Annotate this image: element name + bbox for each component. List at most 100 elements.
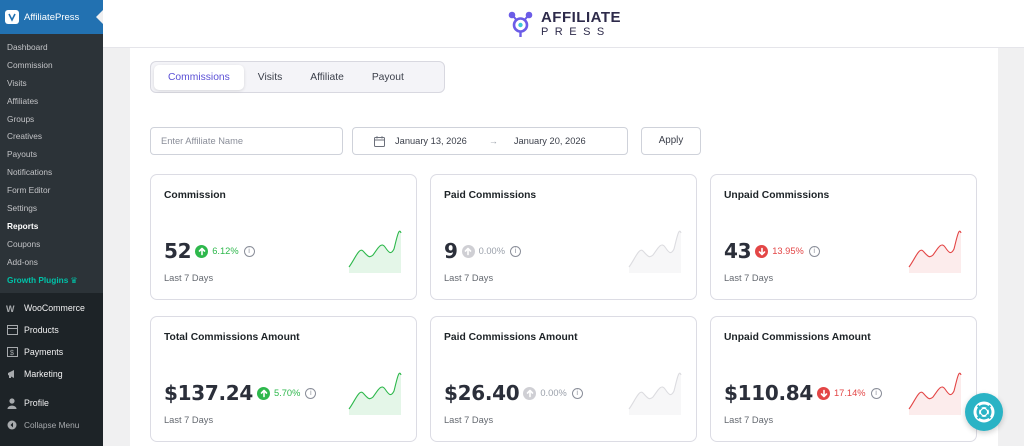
sidebar-item-label: Profile	[24, 398, 49, 409]
sparkline-chart	[348, 372, 402, 415]
stat-card-commission: Commission 52 6.12% i Last 7 Days	[150, 174, 417, 300]
end-date[interactable]: January 20, 2026	[514, 136, 586, 146]
start-date[interactable]: January 13, 2026	[395, 136, 467, 146]
info-icon[interactable]: i	[510, 245, 521, 257]
card-value-row: $110.84 17.14% i	[724, 381, 882, 405]
brand-name-line1: AFFILIATE	[540, 8, 622, 26]
card-period: Last 7 Days	[444, 415, 494, 425]
info-icon[interactable]: i	[808, 245, 820, 257]
sidebar-item-woocommerce[interactable]: W WooCommerce	[0, 297, 103, 319]
sidebar-item-products[interactable]: Products	[0, 319, 103, 341]
card-title: Unpaid Commissions	[724, 190, 830, 201]
sidebar-item-marketing[interactable]: Marketing	[0, 363, 103, 385]
collapse-menu-button[interactable]: Collapse Menu	[0, 414, 103, 436]
sidebar-item-payouts[interactable]: Payouts	[0, 146, 103, 164]
card-change: 5.70%	[274, 388, 301, 398]
sparkline-chart	[348, 230, 402, 273]
affiliate-name-input[interactable]: Enter Affiliate Name	[150, 127, 343, 155]
sidebar-item-profile[interactable]: Profile	[0, 392, 103, 414]
card-title: Paid Commissions	[444, 190, 537, 201]
stat-card-paid-commissions-amount: Paid Commissions Amount $26.40 0.00% i L…	[430, 316, 697, 442]
stat-card-paid-commissions: Paid Commissions 9 0.00% i Last 7 Days	[430, 174, 697, 300]
sidebar-menu: W WooCommerce Products $ Payments Market…	[0, 293, 103, 436]
sidebar-item-coupons[interactable]: Coupons	[0, 236, 103, 254]
brand-name-line2: PRESS	[540, 25, 611, 38]
info-icon[interactable]: i	[243, 245, 255, 257]
sidebar-item-visits[interactable]: Visits	[0, 75, 103, 93]
lifebuoy-icon	[973, 401, 995, 423]
card-change: 13.95%	[772, 246, 804, 256]
card-period: Last 7 Days	[164, 273, 214, 283]
sidebar-item-commission[interactable]: Commission	[0, 57, 103, 75]
card-change: 17.14%	[834, 388, 866, 398]
card-value-row: $137.24 5.70% i	[164, 381, 317, 405]
tab-payout[interactable]: Payout	[358, 65, 418, 90]
sidebar-item-creatives[interactable]: Creatives	[0, 128, 103, 146]
trend-up-icon	[461, 244, 475, 258]
date-range-picker[interactable]: January 13, 2026 → January 20, 2026	[352, 127, 628, 155]
crown-icon: ♛	[70, 275, 78, 285]
card-period: Last 7 Days	[724, 273, 774, 283]
collapse-icon	[6, 419, 18, 431]
card-period: Last 7 Days	[444, 273, 494, 283]
card-value: $137.24	[164, 381, 253, 405]
stat-card-unpaid-commissions: Unpaid Commissions 43 13.95% i Last 7 Da…	[710, 174, 977, 300]
tab-visits[interactable]: Visits	[244, 65, 296, 90]
card-change: 0.00%	[478, 246, 505, 256]
help-button[interactable]	[965, 393, 1003, 431]
card-value-row: 52 6.12% i	[164, 239, 255, 263]
sidebar-item-growth-plugins[interactable]: Growth Plugins ♛	[0, 272, 103, 290]
sidebar-item-label: Products	[24, 325, 59, 336]
card-value: 52	[164, 239, 192, 263]
sidebar-submenu: Dashboard Commission Visits Affiliates G…	[0, 34, 103, 294]
tab-affiliate[interactable]: Affiliate	[296, 65, 358, 90]
card-value-row: 43 13.95% i	[724, 239, 820, 263]
user-icon	[6, 397, 18, 409]
sidebar-item-label: Growth Plugins	[7, 274, 69, 285]
sidebar-item-label: Payments	[24, 347, 64, 358]
card-period: Last 7 Days	[724, 415, 774, 425]
info-icon[interactable]: i	[571, 387, 583, 399]
card-value: $110.84	[724, 381, 813, 405]
apply-button[interactable]: Apply	[641, 127, 701, 155]
tab-commissions[interactable]: Commissions	[154, 64, 244, 90]
sidebar-item-settings[interactable]: Settings	[0, 200, 103, 218]
info-icon[interactable]: i	[870, 387, 882, 399]
sidebar-item-form-editor[interactable]: Form Editor	[0, 182, 103, 200]
info-icon[interactable]: i	[305, 387, 317, 399]
plugin-header: AFFILIATE PRESS	[103, 0, 1024, 48]
calendar-icon	[374, 135, 385, 147]
card-title: Total Commissions Amount	[164, 332, 300, 343]
sidebar-item-add-ons[interactable]: Add-ons	[0, 254, 103, 272]
admin-sidebar: AffiliatePress Dashboard Commission Visi…	[0, 0, 103, 446]
report-tabs: Commissions Visits Affiliate Payout	[150, 61, 445, 93]
affiliatepress-logo-icon	[508, 11, 533, 37]
sidebar-item-payments[interactable]: $ Payments	[0, 341, 103, 363]
stat-card-total-commissions-amount: Total Commissions Amount $137.24 5.70% i…	[150, 316, 417, 442]
sidebar-item-dashboard[interactable]: Dashboard	[0, 39, 103, 57]
trend-down-icon	[755, 244, 769, 258]
card-value-row: $26.40 0.00% i	[444, 381, 583, 405]
card-value: 43	[724, 239, 752, 263]
sparkline-chart	[908, 372, 962, 415]
card-value: 9	[444, 239, 458, 263]
sparkline-chart	[908, 230, 962, 273]
card-change: 0.00%	[540, 388, 567, 398]
affiliatepress-logo-icon	[5, 10, 19, 24]
card-title: Commission	[164, 190, 226, 201]
sidebar-item-affiliates[interactable]: Affiliates	[0, 93, 103, 111]
card-change: 6.12%	[212, 246, 239, 256]
card-period: Last 7 Days	[164, 415, 214, 425]
sidebar-item-affiliatepress[interactable]: AffiliatePress	[0, 0, 103, 34]
card-value: $26.40	[444, 381, 520, 405]
trend-up-icon	[257, 386, 270, 400]
sidebar-item-label: Marketing	[24, 369, 63, 380]
sidebar-item-reports[interactable]: Reports	[0, 218, 103, 236]
sparkline-chart	[628, 230, 682, 273]
sidebar-item-groups[interactable]: Groups	[0, 111, 103, 129]
svg-text:W: W	[6, 304, 15, 313]
card-value-row: 9 0.00% i	[444, 239, 521, 263]
card-title: Paid Commissions Amount	[444, 332, 578, 343]
trend-up-icon	[195, 244, 209, 258]
sidebar-item-notifications[interactable]: Notifications	[0, 164, 103, 182]
